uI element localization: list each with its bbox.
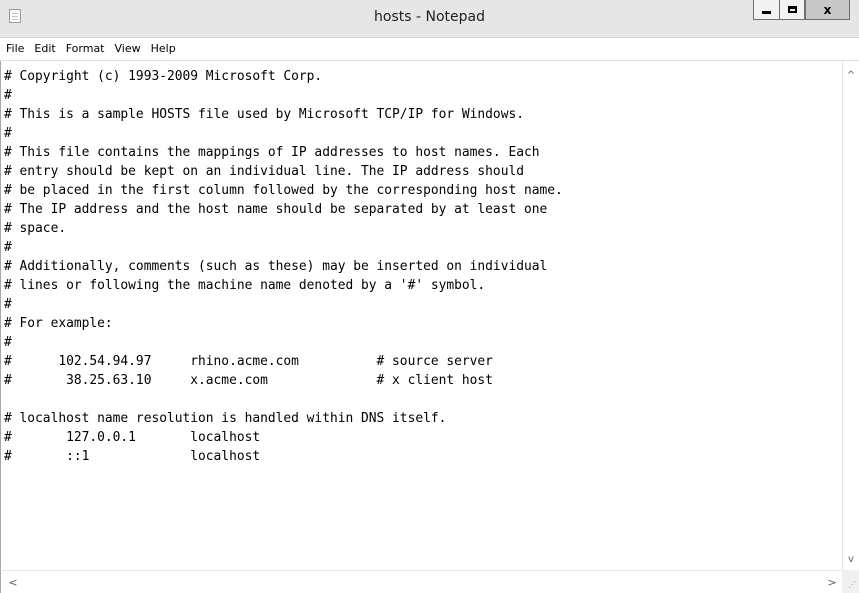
text-line	[1, 542, 842, 561]
text-line: # Additionally, comments (such as these)…	[4, 259, 548, 274]
text-line: #	[4, 88, 12, 103]
text-line: # This file contains the mappings of IP …	[4, 145, 540, 160]
window-title: hosts - Notepad	[374, 9, 485, 25]
scroll-right-arrow-icon[interactable]: >	[824, 574, 840, 590]
text-line: # lines or following the machine name de…	[4, 278, 486, 293]
minimize-button[interactable]	[753, 0, 780, 20]
close-button[interactable]: x	[805, 0, 850, 20]
close-icon: x	[823, 2, 832, 17]
text-line: # entry should be kept on an individual …	[4, 164, 524, 179]
text-line: # 102.54.94.97 rhino.acme.com # source s…	[4, 354, 493, 369]
text-line: # ::1 localhost	[4, 449, 261, 464]
text-line: #	[4, 240, 12, 255]
menu-format[interactable]: Format	[61, 39, 110, 59]
text-line: # localhost name resolution is handled w…	[4, 411, 447, 426]
vertical-scrollbar[interactable]: ^ v	[842, 61, 859, 570]
text-line: #	[4, 297, 12, 312]
maximize-button[interactable]	[779, 0, 805, 20]
scroll-up-arrow-icon[interactable]: ^	[843, 67, 859, 83]
menu-file[interactable]: File	[0, 39, 29, 59]
text-line	[1, 390, 842, 409]
title-bar[interactable]: hosts - Notepad x	[0, 0, 859, 38]
text-editor[interactable]: # Copyright (c) 1993-2009 Microsoft Corp…	[0, 61, 842, 570]
notepad-window: hosts - Notepad x File Edit Format View …	[0, 0, 859, 593]
resize-corner[interactable]: ⋰	[842, 570, 859, 593]
text-line	[1, 504, 842, 523]
resize-grip-icon[interactable]: ⋰	[848, 581, 856, 589]
text-line: # Copyright (c) 1993-2009 Microsoft Corp…	[4, 69, 323, 84]
text-line	[1, 466, 842, 485]
text-line: # 38.25.63.10 x.acme.com # x client host	[4, 373, 493, 388]
text-line: #	[4, 335, 12, 350]
text-line: #	[4, 126, 12, 141]
text-line: # For example:	[4, 316, 113, 331]
menu-bar: File Edit Format View Help	[0, 38, 859, 61]
scroll-down-arrow-icon[interactable]: v	[843, 551, 859, 567]
text-line: # The IP address and the host name shoul…	[4, 202, 548, 217]
menu-view[interactable]: View	[110, 39, 146, 59]
menu-help[interactable]: Help	[146, 39, 181, 59]
text-line: # This is a sample HOSTS file used by Mi…	[4, 107, 524, 122]
text-line: # 127.0.0.1 localhost	[4, 430, 261, 445]
editor-content: # Copyright (c) 1993-2009 Microsoft Corp…	[1, 61, 842, 561]
minimize-icon	[762, 10, 771, 14]
text-line: # space.	[4, 221, 67, 236]
maximize-icon	[787, 6, 797, 13]
horizontal-scrollbar[interactable]: < >	[0, 570, 842, 593]
text-line	[1, 485, 842, 504]
text-line: # be placed in the first column followed…	[4, 183, 563, 198]
text-line	[1, 523, 842, 542]
scroll-left-arrow-icon[interactable]: <	[5, 574, 21, 590]
menu-edit[interactable]: Edit	[29, 39, 60, 59]
